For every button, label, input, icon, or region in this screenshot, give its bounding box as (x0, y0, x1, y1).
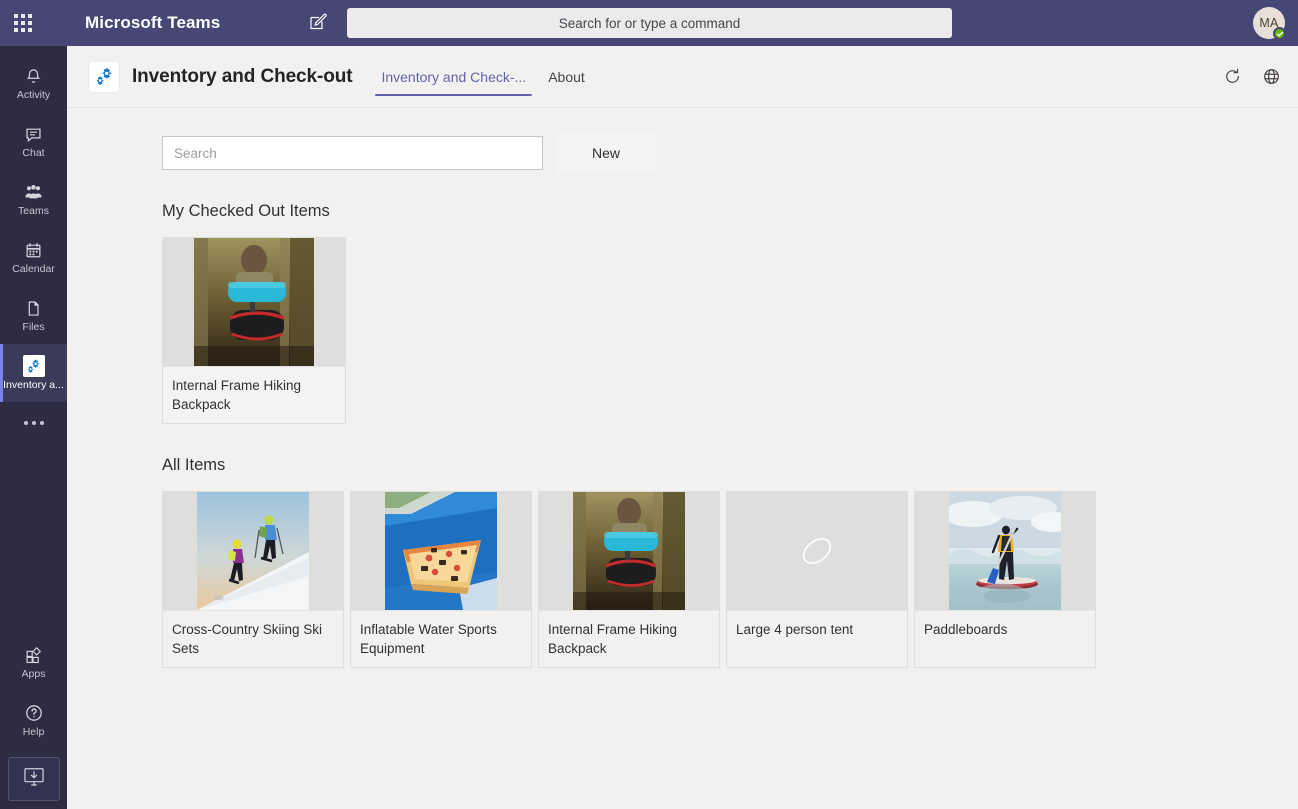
command-search-box[interactable]: Search for or type a command (347, 8, 952, 38)
help-circle-icon (24, 702, 44, 724)
item-title: Inflatable Water Sports Equipment (351, 610, 531, 667)
all-items-grid: Cross-Country Skiing Ski Sets Inflatable… (162, 491, 1298, 668)
app-launcher-button[interactable] (0, 0, 46, 46)
compose-pencil-icon[interactable] (308, 12, 330, 34)
section-title-checked-out: My Checked Out Items (162, 202, 330, 220)
item-title: Large 4 person tent (727, 610, 907, 660)
bell-icon (24, 65, 43, 87)
hiking-backpack-photo (194, 238, 314, 366)
item-thumbnail (163, 238, 345, 366)
item-thumbnail (915, 492, 1095, 610)
item-thumbnail (351, 492, 531, 610)
new-button[interactable]: New (557, 133, 655, 173)
header-actions (1221, 66, 1282, 88)
sidebar-item-inventory-and-checkout[interactable]: Inventory a... (0, 344, 67, 402)
sidebar-item-label: Chat (22, 147, 45, 159)
sidebar-more-options-button[interactable] (0, 402, 67, 444)
tab-label: Inventory and Check-... (381, 68, 527, 85)
search-input[interactable] (162, 136, 543, 170)
app-canvas: New My Checked Out Items (67, 108, 1298, 809)
item-card[interactable]: Inflatable Water Sports Equipment (350, 491, 532, 668)
sidebar-item-label: Inventory a... (3, 379, 64, 391)
sidebar-item-label: Activity (16, 89, 51, 101)
window-body: Activity Chat Teams Calendar Files Inven… (0, 46, 1298, 809)
checked-out-items-grid: Internal Frame Hiking Backpack (162, 237, 1298, 424)
sidebar-item-files[interactable]: Files (0, 286, 67, 344)
item-title: Paddleboards (915, 610, 1095, 660)
item-card[interactable]: Internal Frame Hiking Backpack (538, 491, 720, 668)
sidebar-item-help[interactable]: Help (0, 691, 67, 749)
page-title: Inventory and Check-out (132, 65, 353, 87)
skiing-photo (197, 492, 309, 610)
sidebar-item-label: Help (22, 726, 45, 738)
ellipsis-icon (23, 421, 44, 425)
pool-float-photo (385, 492, 497, 610)
user-avatar-button[interactable]: MA (1253, 7, 1286, 40)
no-image-placeholder (802, 538, 832, 564)
app-toolbar: New (162, 133, 1298, 173)
rail-primary-nav: Activity Chat Teams Calendar Files Inven… (0, 46, 67, 444)
paddleboard-photo (949, 492, 1061, 610)
content-column: Inventory and Check-out Inventory and Ch… (67, 46, 1298, 809)
tab-strip: Inventory and Check-... About (370, 46, 595, 108)
waffle-grid-icon (14, 14, 32, 32)
download-desktop-app-button[interactable] (7, 757, 60, 801)
item-card[interactable]: Large 4 person tent (726, 491, 908, 668)
globe-icon[interactable] (1260, 66, 1282, 88)
sidebar-item-calendar[interactable]: Calendar (0, 228, 67, 286)
people-icon (23, 181, 44, 203)
sidebar-item-chat[interactable]: Chat (0, 112, 67, 170)
app-canvas-inner: New My Checked Out Items (67, 133, 1298, 668)
file-icon (24, 297, 43, 319)
app-header: Inventory and Check-out Inventory and Ch… (67, 46, 1298, 108)
tab-inventory-and-checkout[interactable]: Inventory and Check-... (370, 46, 537, 108)
rail-secondary-nav: Apps Help (0, 633, 67, 809)
item-title: Cross-Country Skiing Ski Sets (163, 610, 343, 667)
item-title: Internal Frame Hiking Backpack (539, 610, 719, 667)
section-title-all-items: All Items (162, 456, 226, 474)
download-monitor-icon (22, 765, 46, 793)
tab-label: About (548, 68, 585, 85)
hiking-backpack-photo (573, 492, 685, 610)
sidebar-item-teams[interactable]: Teams (0, 170, 67, 228)
item-card[interactable]: Paddleboards (914, 491, 1096, 668)
item-card[interactable]: Internal Frame Hiking Backpack (162, 237, 346, 424)
sidebar-item-label: Files (22, 321, 45, 333)
command-search-placeholder: Search for or type a command (558, 15, 741, 31)
sidebar-item-activity[interactable]: Activity (0, 54, 67, 112)
apps-icon (24, 644, 44, 666)
presence-available-badge (1273, 27, 1286, 40)
item-card[interactable]: Cross-Country Skiing Ski Sets (162, 491, 344, 668)
item-thumbnail (163, 492, 343, 610)
title-bar: Microsoft Teams Search for or type a com… (0, 0, 1298, 46)
app-title: Microsoft Teams (85, 13, 221, 32)
sidebar-item-label: Teams (18, 205, 49, 217)
sidebar-item-label: Apps (21, 668, 46, 680)
teams-window: Microsoft Teams Search for or type a com… (0, 0, 1298, 809)
item-thumbnail (727, 492, 907, 610)
calendar-icon (24, 239, 43, 261)
chat-bubble-icon (24, 123, 43, 145)
sidebar-item-apps[interactable]: Apps (0, 633, 67, 691)
item-thumbnail (539, 492, 719, 610)
gears-app-icon (89, 61, 119, 92)
left-rail: Activity Chat Teams Calendar Files Inven… (0, 46, 67, 809)
gears-app-icon (22, 355, 45, 377)
item-title: Internal Frame Hiking Backpack (163, 366, 345, 423)
sidebar-item-label: Calendar (12, 263, 55, 275)
refresh-icon[interactable] (1221, 66, 1243, 88)
tab-about[interactable]: About (537, 46, 596, 108)
